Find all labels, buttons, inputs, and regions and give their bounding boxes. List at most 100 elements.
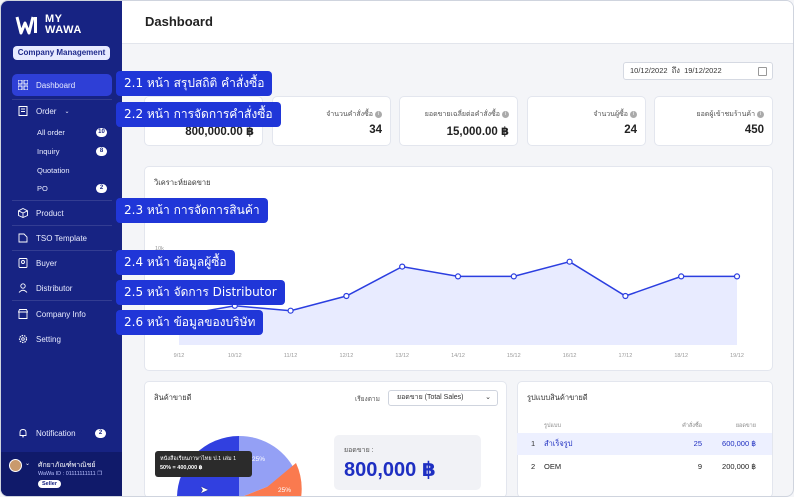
kpi-value: 24 xyxy=(624,124,637,136)
header: Dashboard xyxy=(122,1,793,44)
nav-tso-template[interactable]: TSO Template xyxy=(12,227,112,249)
sales-data-point[interactable] xyxy=(510,273,517,280)
all-order-count-badge: 10 xyxy=(96,127,107,137)
nav-setting[interactable]: Setting xyxy=(12,328,112,350)
shop-icon xyxy=(18,309,28,319)
table-row[interactable]: 2 OEM 9 200,000 ฿ xyxy=(517,456,772,478)
wawa-logo-icon xyxy=(15,16,37,35)
sales-data-point[interactable] xyxy=(343,292,350,300)
table-row[interactable]: 1 สำเร็จรูป 25 600,000 ฿ xyxy=(517,433,772,455)
kpi-label-text: ยอดขายเฉลี่ยต่อคำสั่งซื้อ xyxy=(424,111,500,118)
nav-divider xyxy=(12,300,112,301)
kpi-card-avg-order: ยอดขายเฉลี่ยต่อคำสั่งซื้อ i 15,000.00 ฿ xyxy=(399,96,518,146)
kpi-label-text: จำนวนคำสั่งซื้อ xyxy=(326,111,373,118)
sort-label: เรียงตาม xyxy=(355,396,380,403)
sales-data-point[interactable] xyxy=(287,307,294,314)
kpi-value: 450 xyxy=(744,124,764,136)
x-tick-label: 11/12 xyxy=(284,353,297,359)
x-tick-label: 12/12 xyxy=(340,353,354,359)
pie-label: 25% xyxy=(252,456,265,463)
nav-dashboard[interactable]: Dashboard xyxy=(12,74,112,96)
row-name: OEM xyxy=(544,462,562,471)
nav-company-info[interactable]: Company Info xyxy=(12,303,112,325)
callout-order: 2.2 หน้า การจัดการคำสั่งซื้อ xyxy=(116,102,281,127)
user-id-text: WaWa ID : 01111111111 xyxy=(38,471,96,477)
sales-data-point[interactable] xyxy=(454,273,462,280)
brand-logo[interactable]: MY WAWA xyxy=(15,13,82,37)
kpi-card-visitors: ยอดผู้เข้าชมร้านค้า i 450 xyxy=(654,96,773,146)
sales-data-point[interactable] xyxy=(678,273,685,280)
date-range-picker[interactable]: 10/12/2022 ถึง 19/12/2022 xyxy=(623,62,773,80)
sales-data-point[interactable] xyxy=(399,263,406,270)
callout-product: 2.3 หน้า การจัดการสินค้า xyxy=(116,198,268,223)
sort-select-value: ยอดขาย (Total Sales) xyxy=(397,394,464,401)
nav-product-label: Product xyxy=(36,208,64,218)
nav-distributor[interactable]: Distributor xyxy=(12,277,112,299)
nav-all-order[interactable]: All order 10 xyxy=(37,125,107,139)
nav-buyer-label: Buyer xyxy=(36,258,57,268)
table-header-cell: รูปแบบ xyxy=(544,423,561,429)
nav-inquiry-label: Inquiry xyxy=(37,146,60,156)
kpi-label-text: จำนวนผู้ซื้อ xyxy=(593,111,628,118)
row-rank: 2 xyxy=(531,462,536,471)
pie-tooltip: หนังสือเรียนภาษาไทย ป.1 เล่ม 1 50% = 400… xyxy=(155,451,252,477)
row-name: สำเร็จรูป xyxy=(544,439,573,448)
nav-po[interactable]: PO 2 xyxy=(37,181,107,195)
x-tick-label: 9/12 xyxy=(174,353,185,359)
user-profile[interactable]: ⌄ ศักยาภัณฑ์พาณิชย์ WaWa ID : 0111111111… xyxy=(1,452,122,496)
sort-select[interactable]: ยอดขาย (Total Sales) ⌄ xyxy=(388,390,498,406)
nav-notification-label: Notification xyxy=(36,428,76,438)
role-badge: Seller xyxy=(38,480,61,488)
nav-all-order-label: All order xyxy=(37,127,65,137)
callout-distributor: 2.5 หน้า จัดการ Distributor xyxy=(116,280,285,305)
kpi-value: 34 xyxy=(369,124,382,136)
table-header-cell: ยอดขาย xyxy=(735,423,756,429)
nav-divider xyxy=(12,200,112,201)
x-tick-label: 15/12 xyxy=(507,353,521,359)
company-management-badge: Company Management xyxy=(13,46,110,60)
nav-quotation[interactable]: Quotation xyxy=(37,163,107,177)
user-id: WaWa ID : 01111111111 ❐ xyxy=(38,471,102,477)
row-rank: 1 xyxy=(531,439,536,448)
nav-buyer[interactable]: Buyer xyxy=(12,252,112,274)
info-icon[interactable]: i xyxy=(630,110,637,118)
nav-inquiry[interactable]: Inquiry 8 xyxy=(37,144,107,158)
tooltip-line: หนังสือเรียนภาษาไทย ป.1 เล่ม 1 xyxy=(160,456,237,462)
nav-notification[interactable]: Notification 2 xyxy=(12,422,112,444)
notification-count-badge: 2 xyxy=(95,428,106,438)
nav-product[interactable]: Product xyxy=(12,202,112,224)
chevron-down-icon: ⌄ xyxy=(64,108,70,115)
row-orders: 25 xyxy=(693,439,702,448)
copy-icon[interactable]: ❐ xyxy=(97,471,102,477)
total-sales-box: ยอดขาย : 800,000 ฿ xyxy=(334,435,481,490)
chevron-down-icon: ⌄ xyxy=(25,461,31,467)
x-tick-label: 14/12 xyxy=(451,353,465,359)
nav-divider xyxy=(12,225,112,226)
calendar-icon xyxy=(758,67,767,76)
kpi-label: ยอดผู้เข้าชมร้านค้า i xyxy=(696,109,764,120)
total-sales-label: ยอดขาย : xyxy=(344,447,374,454)
box-icon xyxy=(18,208,28,218)
nav-order-label: Order xyxy=(36,106,57,116)
total-sales-value: 800,000 ฿ xyxy=(344,459,436,481)
avatar xyxy=(9,459,22,472)
kpi-label: จำนวนคำสั่งซื้อ i xyxy=(326,109,382,120)
sales-data-point[interactable] xyxy=(733,273,741,280)
nav-company-label: Company Info xyxy=(36,309,86,319)
info-icon[interactable]: i xyxy=(375,110,382,118)
sidebar: MY WAWA Company Management Dashboard Ord… xyxy=(1,1,122,496)
buyer-icon xyxy=(18,258,28,268)
chevron-down-icon: ⌄ xyxy=(485,394,491,401)
info-icon[interactable]: i xyxy=(502,110,509,118)
sales-data-point[interactable] xyxy=(566,258,573,265)
info-icon[interactable]: i xyxy=(757,110,764,118)
kpi-label: ยอดขายเฉลี่ยต่อคำสั่งซื้อ i xyxy=(425,109,509,120)
nav-divider xyxy=(12,250,112,251)
nav-order[interactable]: Order ⌄ xyxy=(12,100,112,122)
nav-setting-label: Setting xyxy=(36,334,61,344)
kpi-label-text: ยอดผู้เข้าชมร้านค้า xyxy=(696,111,755,118)
sales-data-point[interactable] xyxy=(622,292,629,300)
x-tick-label: 19/12 xyxy=(730,353,744,359)
kpi-value: 15,000.00 ฿ xyxy=(446,126,509,138)
inquiry-count-badge: 8 xyxy=(96,146,107,156)
